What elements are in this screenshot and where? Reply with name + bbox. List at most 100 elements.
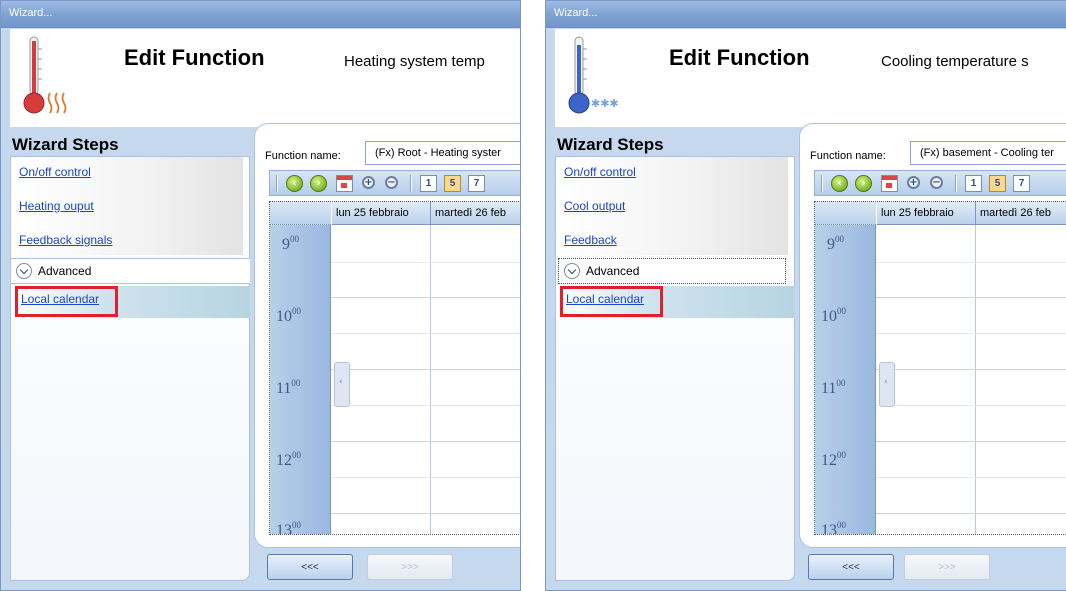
today-calendar-icon[interactable]	[881, 175, 898, 192]
annotation-highlight-box	[15, 286, 118, 317]
grid-line	[876, 297, 1066, 298]
header-area: Edit Function Heating system temp	[10, 29, 520, 127]
function-main-panel: Function name: (Fx) Root - Heating syste…	[254, 123, 520, 548]
window-titlebar[interactable]: Wizard...	[1, 1, 520, 28]
svg-text:✱✱✱: ✱✱✱	[591, 97, 619, 110]
time-column: 900 1000 1100 1200 1300	[270, 202, 331, 535]
grid-line	[331, 477, 520, 478]
advanced-label: Advanced	[38, 264, 92, 278]
advanced-toggle[interactable]: Advanced	[11, 258, 250, 284]
window-title: Wizard...	[554, 7, 598, 19]
week-view-button[interactable]: 7	[468, 175, 485, 192]
function-name-value: (Fx) basement - Cooling ter	[920, 147, 1054, 159]
scroll-left-handle[interactable]: ‹	[334, 362, 350, 407]
workweek-view-button[interactable]: 5	[989, 175, 1006, 192]
window-titlebar[interactable]: Wizard...	[546, 1, 1066, 28]
grid-line	[331, 333, 520, 334]
grid-line	[876, 513, 1066, 514]
day-header[interactable]: lun 25 febbraio	[332, 202, 431, 225]
scroll-left-handle[interactable]: ‹	[879, 362, 895, 407]
forward-arrow-icon[interactable]: ›	[855, 175, 872, 192]
step-feedback[interactable]: Feedback	[564, 233, 617, 247]
step-heating-output[interactable]: Heating ouput	[19, 199, 94, 213]
hour-label: 1000	[276, 306, 301, 325]
zoom-in-icon[interactable]: +	[362, 176, 375, 189]
calendar-grid[interactable]: 900 1000 1100 1200 1300 lun 25 febbraio …	[269, 201, 520, 535]
hour-label: 1300	[821, 520, 846, 535]
hour-label: 1100	[821, 378, 846, 397]
week-view-button[interactable]: 7	[1013, 175, 1030, 192]
function-name-label: Function name:	[810, 150, 886, 162]
grid-line	[876, 441, 1066, 442]
advanced-toggle[interactable]: Advanced	[558, 258, 786, 284]
day-header[interactable]: martedì 26 feb	[431, 202, 520, 225]
workweek-view-button[interactable]: 5	[444, 175, 461, 192]
toolbar-separator	[955, 175, 957, 192]
next-button[interactable]: >>>	[367, 554, 453, 580]
back-arrow-icon[interactable]: ‹	[286, 175, 303, 192]
wizard-steps-panel: On/off control Heating ouput Feedback si…	[10, 156, 250, 581]
calendar-toolbar: ‹ › + − 1 5 7	[814, 170, 1066, 196]
wizard-steps-panel: On/off control Cool output Feedback Adva…	[555, 156, 795, 581]
calendar-corner	[270, 202, 331, 225]
step-on-off-control[interactable]: On/off control	[19, 165, 91, 179]
toolbar-separator	[821, 175, 823, 192]
zoom-in-icon[interactable]: +	[907, 176, 920, 189]
function-name-input[interactable]: (Fx) basement - Cooling ter	[910, 141, 1066, 165]
page-title: Edit Function	[124, 45, 265, 70]
forward-arrow-icon[interactable]: ›	[310, 175, 327, 192]
zoom-out-icon[interactable]: −	[385, 176, 398, 189]
time-column: 900 1000 1100 1200 1300	[815, 202, 876, 535]
previous-button[interactable]: <<<	[267, 554, 353, 580]
grid-line	[876, 333, 1066, 334]
today-calendar-icon[interactable]	[336, 175, 353, 192]
next-button[interactable]: >>>	[904, 554, 990, 580]
zoom-out-icon[interactable]: −	[930, 176, 943, 189]
function-name-label: Function name:	[265, 150, 341, 162]
function-main-panel: Function name: (Fx) basement - Cooling t…	[799, 123, 1066, 548]
grid-line	[876, 405, 1066, 406]
chevron-down-icon	[564, 263, 580, 279]
step-cool-output[interactable]: Cool output	[564, 199, 625, 213]
toolbar-separator	[276, 175, 278, 192]
hour-label: 1200	[821, 450, 846, 469]
wizard-steps-title: Wizard Steps	[12, 135, 119, 154]
wizard-window-cooling: Wizard... ✱✱✱ Edit Function Cooling temp…	[545, 0, 1066, 591]
thermometer-snow-icon: ✱✱✱	[568, 36, 619, 114]
function-description: Heating system temp	[344, 53, 485, 70]
grid-line	[331, 297, 520, 298]
day-view-button[interactable]: 1	[965, 175, 982, 192]
hour-label: 900	[282, 234, 299, 253]
calendar-corner	[815, 202, 876, 225]
back-arrow-icon[interactable]: ‹	[831, 175, 848, 192]
day-header[interactable]: lun 25 febbraio	[877, 202, 976, 225]
wizard-steps-title: Wizard Steps	[557, 135, 664, 154]
advanced-label: Advanced	[586, 264, 640, 278]
window-title: Wizard...	[9, 7, 53, 19]
calendar-toolbar: ‹ › + − 1 5 7	[269, 170, 520, 196]
annotation-highlight-box	[560, 286, 663, 317]
function-description: Cooling temperature s	[881, 53, 1029, 70]
day-view-button[interactable]: 1	[420, 175, 437, 192]
day-column[interactable]	[976, 225, 1066, 534]
function-name-input[interactable]: (Fx) Root - Heating syster	[365, 141, 520, 165]
step-on-off-control[interactable]: On/off control	[564, 165, 636, 179]
grid-line	[876, 477, 1066, 478]
hour-label: 900	[827, 234, 844, 253]
hour-label: 1300	[276, 520, 301, 535]
grid-line	[876, 262, 1066, 263]
day-header[interactable]: martedì 26 feb	[976, 202, 1066, 225]
function-name-value: (Fx) Root - Heating syster	[375, 147, 501, 159]
calendar-grid[interactable]: 900 1000 1100 1200 1300 lun 25 febbraio …	[814, 201, 1066, 535]
hour-label: 1100	[276, 378, 301, 397]
chevron-down-icon	[16, 263, 32, 279]
grid-line	[331, 441, 520, 442]
page-title: Edit Function	[669, 45, 810, 70]
wizard-window-heating: Wizard... Edit Function Heating system t…	[0, 0, 521, 591]
toolbar-separator	[410, 175, 412, 192]
step-feedback-signals[interactable]: Feedback signals	[19, 233, 112, 247]
grid-line	[331, 513, 520, 514]
previous-button[interactable]: <<<	[808, 554, 894, 580]
grid-line	[876, 369, 1066, 370]
day-column[interactable]	[431, 225, 520, 534]
